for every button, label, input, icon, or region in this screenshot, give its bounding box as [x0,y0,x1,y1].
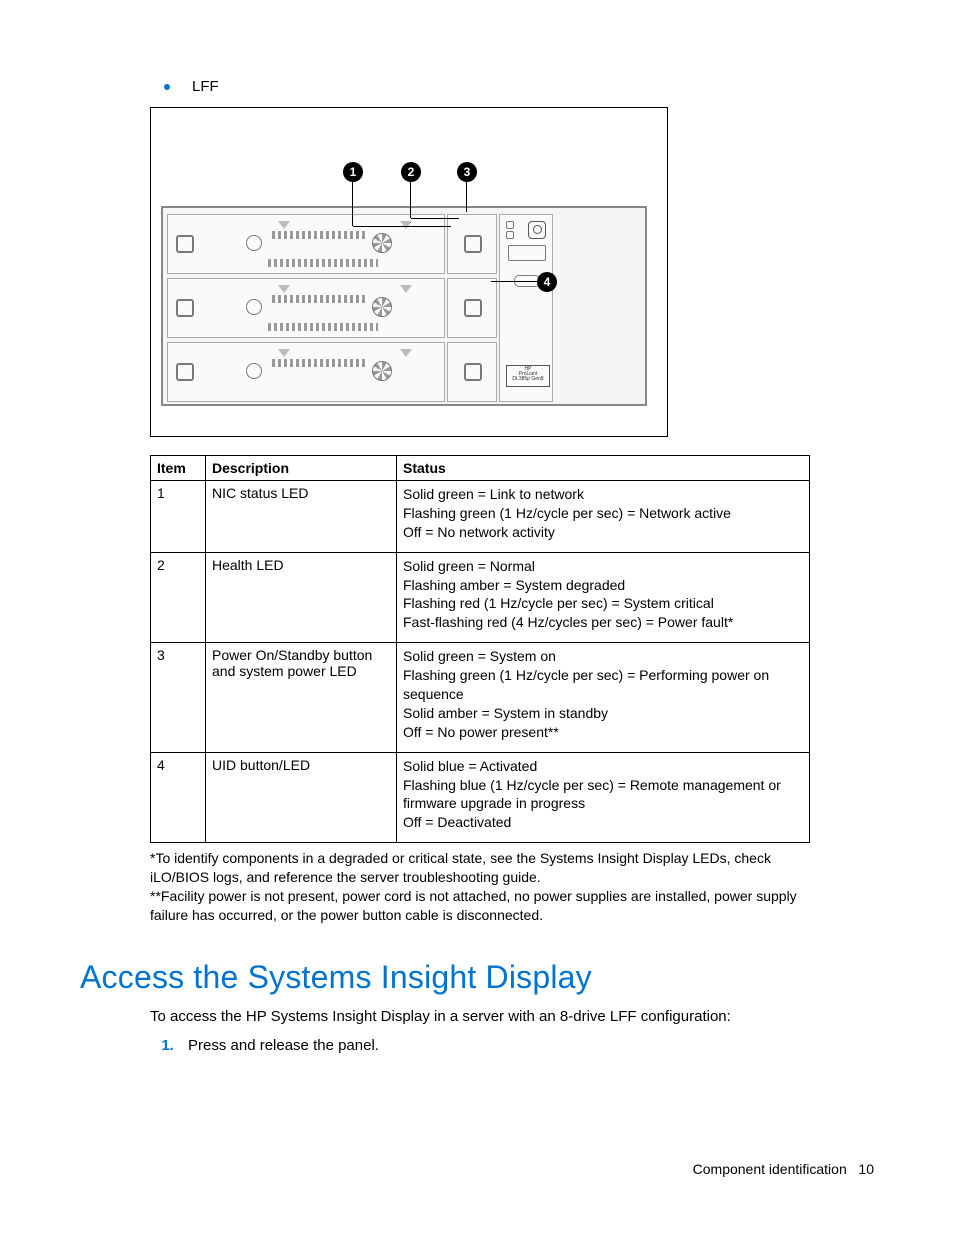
callout-2: 2 [401,162,421,182]
procedure-steps: Press and release the panel. [150,1037,808,1054]
leader-3 [466,182,467,212]
leader-4 [491,281,537,282]
cell-description: UID button/LED [206,752,397,843]
leader-2 [410,182,411,218]
cell-status: Solid green = System onFlashing green (1… [397,643,810,752]
front-panel-diagram: 1 2 3 4 [150,107,668,437]
drive-led-icon [246,363,262,379]
drive-arrow-icon [400,221,412,229]
nic-led-icon [506,221,514,229]
drive-vents-icon [272,295,368,303]
cell-description: Health LED [206,552,397,643]
cell-description: NIC status LED [206,481,397,553]
th-item: Item [151,456,206,481]
section-intro: To access the HP Systems Insight Display… [150,1006,810,1027]
drive-arrow-icon [278,221,290,229]
table-row: 3 Power On/Standby button and system pow… [151,643,810,752]
leader-1b [353,226,451,227]
drive-arrow-icon [400,285,412,293]
footnote-1: *To identify components in a degraded or… [150,849,810,887]
product-label: HPProLiantDL385p Gen8 [506,365,550,387]
drive-arrow-icon [278,285,290,293]
power-button-icon [528,221,546,239]
control-panel: HPProLiantDL385p Gen8 [499,214,553,402]
cell-description: Power On/Standby button and system power… [206,643,397,752]
th-description: Description [206,456,397,481]
drive-vents-icon [268,323,378,331]
table-row: 4 UID button/LED Solid blue = ActivatedF… [151,752,810,843]
callout-3: 3 [457,162,477,182]
drive-bay-row [167,342,445,402]
drive-bay-small [447,214,497,274]
drive-vents-icon [268,259,378,267]
bullet-icon [164,84,170,90]
cell-item: 4 [151,752,206,843]
th-status: Status [397,456,810,481]
table-row: 1 NIC status LED Solid green = Link to n… [151,481,810,553]
leader-2b [411,218,459,219]
bullet-label: LFF [192,78,219,95]
server-chassis: HPProLiantDL385p Gen8 [161,206,647,406]
drive-latch-icon [464,235,482,253]
footnotes: *To identify components in a degraded or… [150,849,810,925]
drive-latch-icon [176,235,194,253]
drive-bay-row [167,278,445,338]
drive-bay-small [447,342,497,402]
drive-fan-icon [372,361,392,381]
drive-vents-icon [272,359,368,367]
drive-led-icon [246,235,262,251]
table-header-row: Item Description Status [151,456,810,481]
drive-arrow-icon [400,349,412,357]
drive-latch-icon [464,299,482,317]
bullet-lff: LFF [164,78,874,95]
page: LFF 1 2 3 4 [0,0,954,1235]
drive-arrow-icon [278,349,290,357]
page-footer: Component identification 10 [693,1161,874,1177]
led-status-table: Item Description Status 1 NIC status LED… [150,455,810,843]
cell-status: Solid green = Link to networkFlashing gr… [397,481,810,553]
drive-latch-icon [464,363,482,381]
drive-led-icon [246,299,262,315]
footer-page-number: 10 [858,1161,874,1177]
section-heading: Access the Systems Insight Display [80,959,874,996]
cell-item: 3 [151,643,206,752]
drive-fan-icon [372,297,392,317]
cell-item: 1 [151,481,206,553]
table-row: 2 Health LED Solid green = NormalFlashin… [151,552,810,643]
leader-1 [352,182,353,226]
cell-status: Solid blue = ActivatedFlashing blue (1 H… [397,752,810,843]
drive-latch-icon [176,363,194,381]
drive-fan-icon [372,233,392,253]
callout-4: 4 [537,272,557,292]
drive-bay-row [167,214,445,274]
health-led-icon [506,231,514,239]
footnote-2: **Facility power is not present, power c… [150,887,810,925]
sid-panel-icon [508,245,546,261]
drive-vents-icon [272,231,368,239]
drive-bay-small [447,278,497,338]
step-1: Press and release the panel. [178,1037,808,1054]
callout-1: 1 [343,162,363,182]
footer-section: Component identification [693,1161,847,1177]
cell-item: 2 [151,552,206,643]
drive-latch-icon [176,299,194,317]
cell-status: Solid green = NormalFlashing amber = Sys… [397,552,810,643]
